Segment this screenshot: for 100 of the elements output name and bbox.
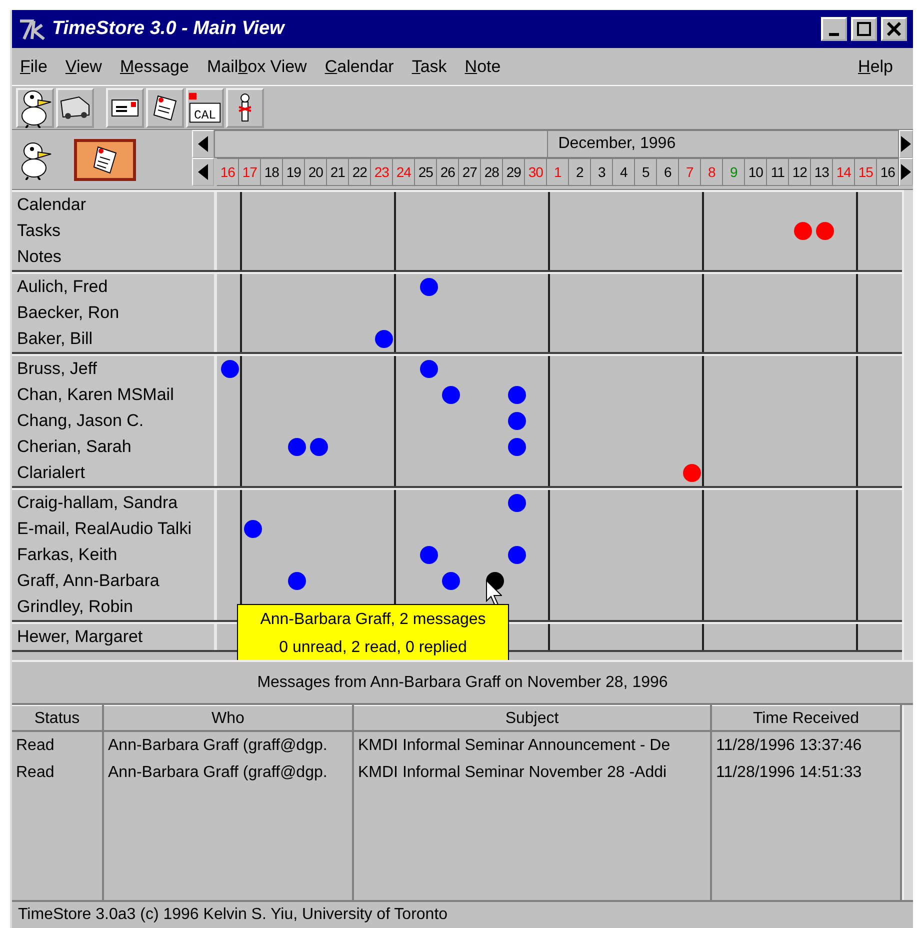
day-label: 17 xyxy=(239,158,262,186)
contact-name[interactable]: Cherian, Sarah xyxy=(12,434,217,460)
menu-item[interactable]: Message xyxy=(120,56,189,76)
day-label: 25 xyxy=(415,158,438,186)
message-dot[interactable] xyxy=(288,572,306,590)
column-header[interactable]: Subject xyxy=(354,705,710,732)
contact-name[interactable]: Farkas, Keith xyxy=(12,542,217,568)
close-icon xyxy=(887,22,901,36)
day-label: 6 xyxy=(657,158,680,186)
message-dot[interactable] xyxy=(508,494,526,512)
toolbar-button[interactable] xyxy=(226,88,264,128)
message-dot[interactable] xyxy=(508,412,526,430)
month-label: December, 1996 xyxy=(558,135,676,153)
menu-item[interactable]: Task xyxy=(412,56,447,76)
day-label: 12 xyxy=(789,158,812,186)
day-label: 21 xyxy=(327,158,350,186)
day-label: 15 xyxy=(855,158,878,186)
left-arrow-icon xyxy=(198,136,208,152)
column-header[interactable]: Status xyxy=(12,705,102,732)
next-month-button[interactable] xyxy=(899,130,913,158)
contact-name[interactable]: Chan, Karen MSMail xyxy=(12,382,217,408)
contact-name[interactable]: Bruss, Jeff xyxy=(12,356,217,382)
message-dot[interactable] xyxy=(420,360,438,378)
toolbar-button[interactable] xyxy=(106,88,144,128)
day-label: 26 xyxy=(437,158,460,186)
message-dot[interactable] xyxy=(816,222,834,240)
close-button[interactable] xyxy=(881,17,907,41)
menu-item[interactable]: View xyxy=(65,56,102,76)
column-header[interactable]: Time Received xyxy=(712,705,900,732)
table-cell-text: KMDI Informal Seminar Announcement - De xyxy=(357,736,672,756)
message-dot[interactable] xyxy=(310,438,328,456)
menu-item[interactable]: File xyxy=(20,56,48,76)
menu-item[interactable]: Note xyxy=(464,56,501,76)
left-arrow-icon xyxy=(198,164,208,180)
contact-name[interactable]: Grindley, Robin xyxy=(12,594,217,620)
previous-month-button[interactable] xyxy=(192,130,214,158)
day-label: 14 xyxy=(833,158,856,186)
contact-name[interactable]: E-mail, RealAudio Talki xyxy=(12,516,217,542)
status-bar-text: TimeStore 3.0a3 (c) 1996 Kelvin S. Yiu, University of Toronto xyxy=(18,906,448,924)
minimize-icon xyxy=(829,32,839,36)
toolbar-button[interactable] xyxy=(146,88,184,128)
toolbar-button[interactable] xyxy=(56,88,94,128)
menu-item[interactable]: Help xyxy=(858,56,893,76)
message-dot[interactable] xyxy=(508,386,526,404)
contact-name[interactable]: Baecker, Ron xyxy=(12,300,217,326)
day-label: 16 xyxy=(217,158,240,186)
previous-day-button[interactable] xyxy=(192,158,214,186)
menu-item[interactable]: Calendar xyxy=(324,56,394,76)
message-dot[interactable] xyxy=(442,386,460,404)
contact-name[interactable]: Notes xyxy=(12,244,217,270)
day-label: 13 xyxy=(811,158,834,186)
tooltip-text: 0 unread, 2 read, 0 replied xyxy=(279,639,467,657)
right-arrow-icon xyxy=(901,164,912,180)
contact-name[interactable]: Tasks xyxy=(12,218,217,244)
message-dot[interactable] xyxy=(221,360,239,378)
contact-name[interactable]: Graff, Ann-Barbara xyxy=(12,568,217,594)
day-label: 23 xyxy=(371,158,394,186)
day-label: 28 xyxy=(481,158,504,186)
day-label: 10 xyxy=(745,158,768,186)
day-label: 30 xyxy=(525,158,548,186)
pin-icon xyxy=(237,92,253,122)
day-label: 4 xyxy=(613,158,636,186)
contact-name[interactable]: Craig-hallam, Sandra xyxy=(12,490,217,516)
table-cell-text: 11/28/1996 14:51:33 xyxy=(715,763,863,783)
message-dot[interactable] xyxy=(683,464,701,482)
message-dot[interactable] xyxy=(244,520,262,538)
day-label: 20 xyxy=(305,158,328,186)
menu-item[interactable]: Mailbox View xyxy=(206,56,307,76)
contact-name[interactable]: Aulich, Fred xyxy=(12,274,217,300)
column-header[interactable]: Who xyxy=(104,705,352,732)
contact-name[interactable]: Clarialert xyxy=(12,460,217,486)
maximize-icon xyxy=(857,22,871,36)
minimize-button[interactable] xyxy=(821,17,847,41)
van-icon xyxy=(59,94,91,120)
day-label: 27 xyxy=(459,158,482,186)
message-dot[interactable] xyxy=(375,330,393,348)
toolbar-button[interactable] xyxy=(16,88,54,128)
table-cell-text: Ann-Barbara Graff (graff@dgp. xyxy=(107,763,328,783)
message-dot[interactable] xyxy=(420,546,438,564)
maximize-button[interactable] xyxy=(851,17,877,41)
message-dot[interactable] xyxy=(288,438,306,456)
table-cell-text: Read xyxy=(15,736,56,756)
next-day-button[interactable] xyxy=(899,158,913,186)
day-label: 3 xyxy=(591,158,614,186)
table-cell-text: Ann-Barbara Graff (graff@dgp. xyxy=(107,736,328,756)
window-title: TimeStore 3.0 - Main View xyxy=(52,18,286,40)
contact-name[interactable]: Baker, Bill xyxy=(12,326,217,352)
contact-name[interactable]: Calendar xyxy=(12,192,217,218)
message-dot[interactable] xyxy=(508,546,526,564)
contact-name[interactable]: Chang, Jason C. xyxy=(12,408,217,434)
day-label: 24 xyxy=(393,158,416,186)
scrollbar[interactable] xyxy=(902,190,913,660)
message-dot[interactable] xyxy=(420,278,438,296)
message-dot[interactable] xyxy=(442,572,460,590)
scrollbar[interactable] xyxy=(902,705,913,900)
note-button[interactable] xyxy=(74,138,136,180)
table-cell-text: Read xyxy=(15,763,56,783)
contact-name[interactable]: Hewer, Margaret xyxy=(12,624,217,650)
message-dot[interactable] xyxy=(794,222,812,240)
message-dot[interactable] xyxy=(508,438,526,456)
